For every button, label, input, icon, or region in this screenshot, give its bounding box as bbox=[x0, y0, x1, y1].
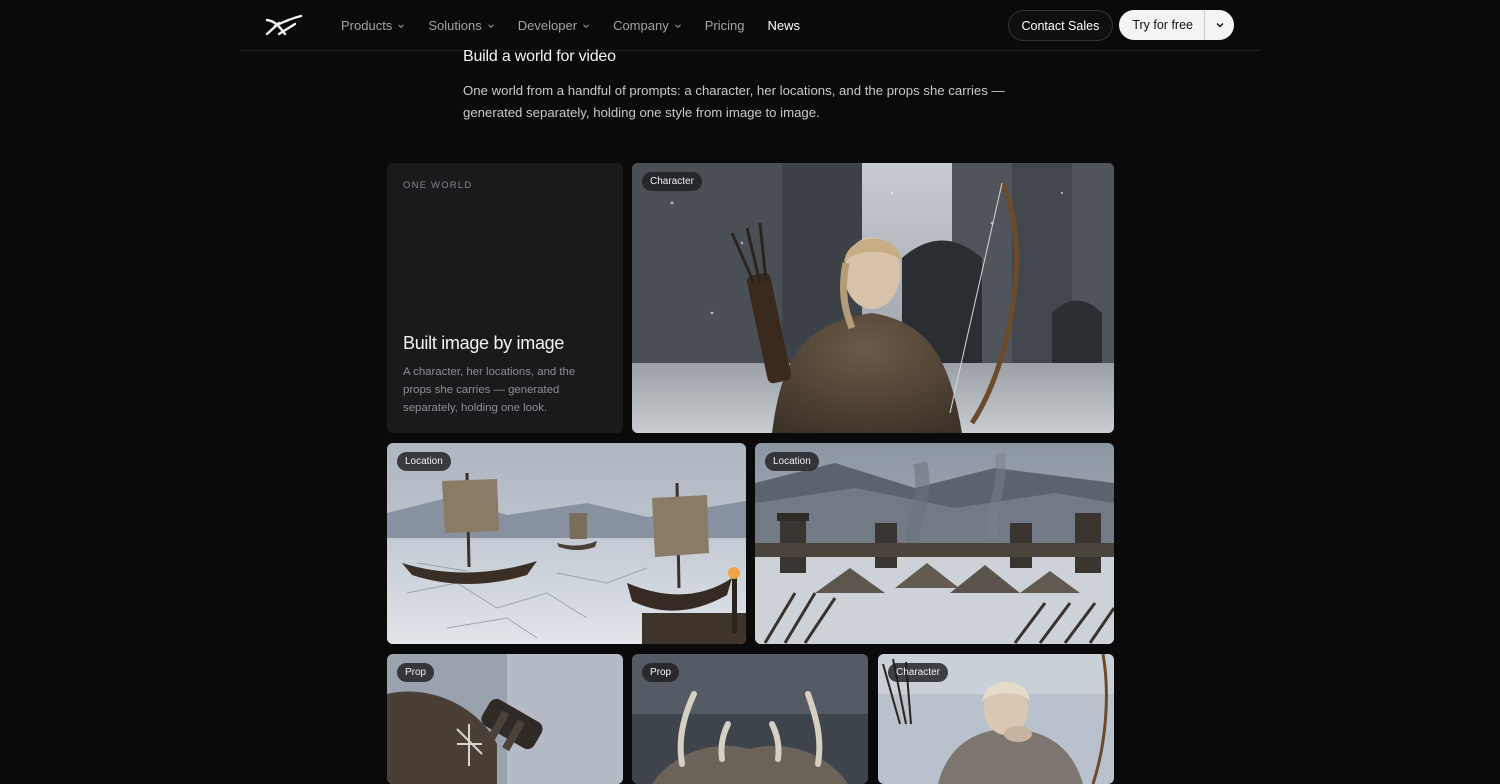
contact-sales-button[interactable]: Contact Sales bbox=[1007, 10, 1114, 41]
category-badge: Prop bbox=[642, 663, 680, 682]
nav-actions: Contact Sales Try for free bbox=[1007, 10, 1234, 41]
chevron-down-icon bbox=[398, 23, 405, 28]
menu-label: Solutions bbox=[428, 18, 482, 33]
menu-label: Pricing bbox=[704, 18, 745, 33]
menu-label: Company bbox=[613, 18, 669, 33]
menu-label: Products bbox=[341, 18, 393, 33]
category-badge: Location bbox=[765, 452, 819, 471]
card-body: A character, her locations, and the prop… bbox=[403, 366, 576, 414]
chevron-down-icon bbox=[674, 23, 681, 28]
card-title: Built image by image bbox=[403, 333, 565, 353]
main-menu: Products Solutions Developer Company Pri… bbox=[341, 0, 823, 51]
menu-label: News bbox=[767, 18, 800, 33]
try-options-dropdown-button[interactable] bbox=[1205, 10, 1234, 40]
section-title: Build a world for video bbox=[463, 48, 616, 65]
menu-products[interactable]: Products bbox=[341, 18, 405, 33]
top-navigation: Products Solutions Developer Company Pri… bbox=[240, 0, 1260, 51]
image-tile-prop-antlers[interactable]: Prop bbox=[632, 654, 868, 784]
image-tile-prop-pouch[interactable]: Prop bbox=[387, 654, 623, 784]
x-logo-icon[interactable] bbox=[265, 13, 303, 37]
try-for-free-button[interactable]: Try for free bbox=[1119, 10, 1204, 40]
category-badge: Character bbox=[888, 663, 948, 682]
image-tile-location-camp[interactable]: Location bbox=[755, 443, 1114, 644]
chevron-down-icon bbox=[1216, 23, 1223, 28]
image-tile-character-closeup[interactable]: Character bbox=[878, 654, 1114, 784]
category-badge: Character bbox=[642, 172, 702, 191]
try-for-free-split-button: Try for free bbox=[1119, 10, 1234, 40]
section-description: One world from a handful of prompts: a c… bbox=[463, 83, 1005, 120]
frozen-harbor-image bbox=[387, 443, 746, 644]
chevron-down-icon bbox=[487, 23, 494, 28]
menu-label: Developer bbox=[517, 18, 578, 33]
image-tile-character[interactable]: Character bbox=[632, 163, 1114, 433]
category-badge: Prop bbox=[397, 663, 435, 682]
menu-company[interactable]: Company bbox=[613, 18, 682, 33]
card-eyebrow: ONE WORLD bbox=[403, 180, 473, 191]
chevron-down-icon bbox=[583, 23, 589, 28]
menu-news[interactable]: News bbox=[767, 18, 800, 33]
menu-pricing[interactable]: Pricing bbox=[705, 18, 745, 33]
image-tile-location-harbor[interactable]: Location bbox=[387, 443, 746, 644]
menu-solutions[interactable]: Solutions bbox=[428, 18, 494, 33]
character-archer-image bbox=[632, 163, 1114, 433]
snow-encampment-image bbox=[755, 443, 1114, 644]
menu-developer[interactable]: Developer bbox=[518, 18, 590, 33]
category-badge: Location bbox=[397, 452, 451, 471]
